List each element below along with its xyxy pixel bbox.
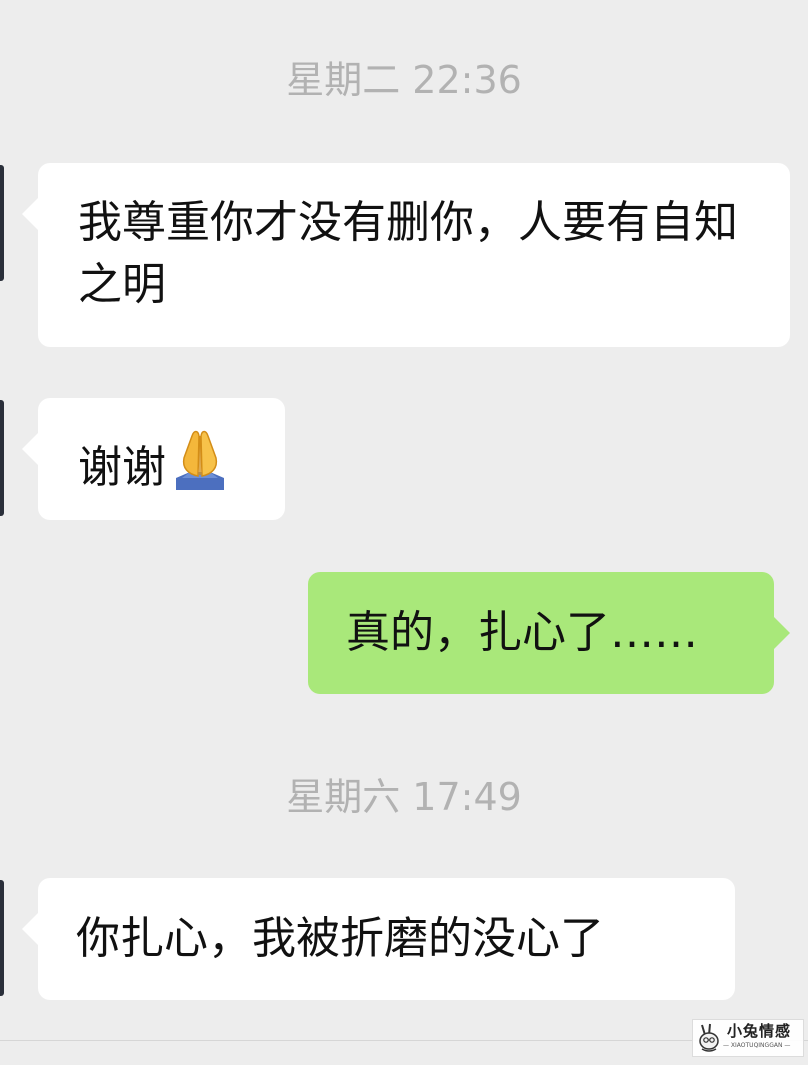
incoming-message-bubble[interactable]: 我尊重你才没有删你，人要有自知之明 [22,163,790,347]
sender-avatar[interactable] [0,165,4,281]
sender-avatar[interactable] [0,880,4,996]
chat-view[interactable]: 星期二 22:36 我尊重你才没有删你，人要有自知之明 谢谢 真的，扎心了…… … [0,0,808,1065]
message-text: 你扎心，我被折磨的没心了 [76,913,604,964]
timestamp-divider: 星期六 17:49 [286,775,522,819]
watermark: 小兔情感 — XIAOTUQINGGAN — [692,1019,804,1057]
timestamp-divider: 星期二 22:36 [286,58,522,102]
bubble-tail [22,197,39,231]
incoming-message-bubble[interactable]: 谢谢 [22,398,285,520]
message-text: 我尊重你才没有删你，人要有自知之明 [78,197,738,310]
input-bar-divider [0,1040,808,1041]
message-text: 谢谢 [78,442,166,493]
watermark-subtitle: — XIAOTUQINGGAN — [723,1042,791,1049]
rabbit-logo-icon [696,1023,724,1057]
watermark-title: 小兔情感 [727,1022,792,1040]
sender-avatar[interactable] [0,400,4,516]
message-content: 谢谢 [78,428,265,507]
incoming-message-bubble[interactable]: 你扎心，我被折磨的没心了 [22,878,735,1000]
bubble-tail [773,616,790,650]
message-text: 真的，扎心了…… [346,607,698,658]
bubble-tail [22,432,39,466]
bubble-tail [22,912,39,946]
outgoing-message-bubble[interactable]: 真的，扎心了…… [308,572,790,694]
folded-hands-emoji-icon [168,428,232,507]
